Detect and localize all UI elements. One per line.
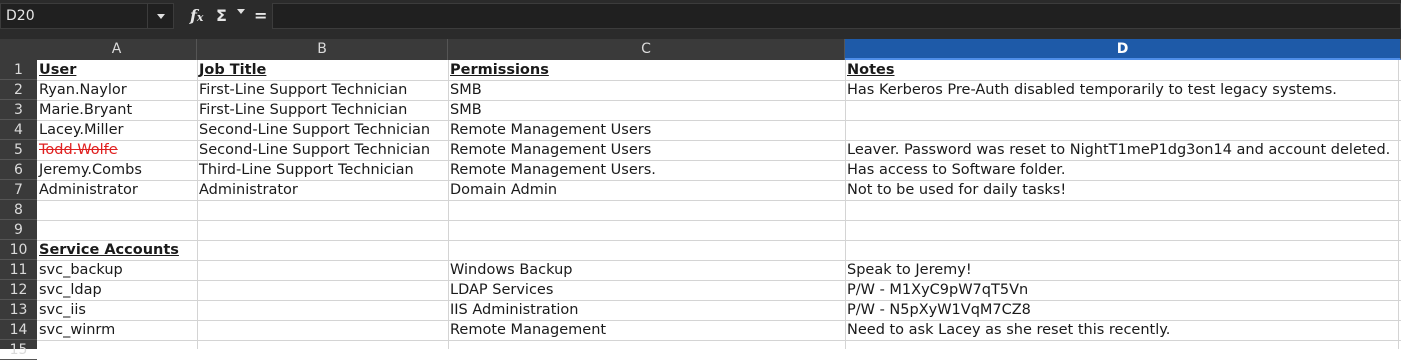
cell-c12[interactable]: LDAP Services: [448, 280, 553, 300]
cell-b4[interactable]: Second-Line Support Technician: [197, 120, 430, 140]
row-header-7[interactable]: 7: [0, 180, 37, 200]
cell-a4[interactable]: Lacey.Miller: [37, 120, 123, 140]
cell-b5[interactable]: Second-Line Support Technician: [197, 140, 430, 160]
row-header-6[interactable]: 6: [0, 160, 37, 180]
column-header-b[interactable]: B: [197, 39, 448, 60]
row-header-14[interactable]: 14: [0, 320, 37, 340]
gridline-vertical: [1398, 60, 1399, 349]
row-header-13[interactable]: 13: [0, 300, 37, 320]
gridline-horizontal: [37, 260, 1401, 261]
cell-a14[interactable]: svc_winrm: [37, 320, 115, 340]
cell-a12[interactable]: svc_ldap: [37, 280, 102, 300]
cell-d12[interactable]: P/W - M1XyC9pW7qT5Vn: [845, 280, 1028, 300]
gridline-horizontal: [37, 340, 1401, 341]
cell-b7[interactable]: Administrator: [197, 180, 298, 200]
row-header-9[interactable]: 9: [0, 220, 37, 240]
cell-d6[interactable]: Has access to Software folder.: [845, 160, 1065, 180]
row-header-10[interactable]: 10: [0, 240, 37, 260]
sum-icon[interactable]: Σ: [216, 6, 227, 25]
cell-c3[interactable]: SMB: [448, 100, 482, 120]
gridline-horizontal: [37, 320, 1401, 321]
column-header-a[interactable]: A: [37, 39, 197, 60]
cell-c13[interactable]: IIS Administration: [448, 300, 578, 320]
cell-a10[interactable]: Service Accounts: [37, 240, 179, 260]
cell-a5[interactable]: Todd.Wolfe: [37, 140, 118, 160]
gridline-horizontal: [37, 240, 1401, 241]
cell-a13[interactable]: svc_iis: [37, 300, 86, 320]
formula-bar: D20 fx Σ =: [0, 0, 1401, 32]
name-box-value[interactable]: D20: [6, 8, 35, 24]
function-wizard-icon[interactable]: fx: [190, 6, 203, 25]
cell-c6[interactable]: Remote Management Users.: [448, 160, 656, 180]
row-header-4[interactable]: 4: [0, 120, 37, 140]
cell-b3[interactable]: First-Line Support Technician: [197, 100, 407, 120]
row-header-15[interactable]: 15: [0, 340, 37, 360]
cell-c14[interactable]: Remote Management: [448, 320, 606, 340]
cell-d5[interactable]: Leaver. Password was reset to NightT1meP…: [845, 140, 1390, 160]
cell-b1[interactable]: Job Title: [197, 60, 266, 80]
gridline-horizontal: [37, 300, 1401, 301]
cell-c4[interactable]: Remote Management Users: [448, 120, 651, 140]
cell-a2[interactable]: Ryan.Naylor: [37, 80, 127, 100]
gridline-horizontal: [37, 200, 1401, 201]
name-box[interactable]: D20: [0, 3, 174, 29]
cell-a7[interactable]: Administrator: [37, 180, 138, 200]
row-header-12[interactable]: 12: [0, 280, 37, 300]
cell-b6[interactable]: Third-Line Support Technician: [197, 160, 414, 180]
column-headers: ABCD: [0, 39, 1401, 60]
cell-d13[interactable]: P/W - N5pXyW1VqM7CZ8: [845, 300, 1031, 320]
column-header-d[interactable]: D: [845, 39, 1401, 60]
cell-d1[interactable]: Notes: [845, 60, 895, 80]
cell-a1[interactable]: User: [37, 60, 76, 80]
column-header-c[interactable]: C: [448, 39, 845, 60]
cell-a11[interactable]: svc_backup: [37, 260, 123, 280]
cell-c2[interactable]: SMB: [448, 80, 482, 100]
gridline-horizontal: [37, 280, 1401, 281]
cell-d14[interactable]: Need to ask Lacey as she reset this rece…: [845, 320, 1170, 340]
row-headers: 1 2 3 4 5 6 7 8 9 10 11 12 13 14 15: [0, 60, 37, 360]
equals-icon[interactable]: =: [254, 6, 267, 25]
cell-c11[interactable]: Windows Backup: [448, 260, 573, 280]
row-header-11[interactable]: 11: [0, 260, 37, 280]
cell-c5[interactable]: Remote Management Users: [448, 140, 651, 160]
cell-b2[interactable]: First-Line Support Technician: [197, 80, 407, 100]
cell-d7[interactable]: Not to be used for daily tasks!: [845, 180, 1066, 200]
sheet-grid[interactable]: User Job Title Permissions Notes Ryan.Naylor…: [37, 60, 1401, 349]
cell-d11[interactable]: Speak to Jeremy!: [845, 260, 972, 280]
row-header-2[interactable]: 2: [0, 80, 37, 100]
cell-c1[interactable]: Permissions: [448, 60, 549, 80]
cell-a6[interactable]: Jeremy.Combs: [37, 160, 142, 180]
row-header-3[interactable]: 3: [0, 100, 37, 120]
cell-a3[interactable]: Marie.Bryant: [37, 100, 132, 120]
toolbar-strip: [0, 32, 1401, 39]
formula-input[interactable]: [272, 3, 1401, 29]
cell-d2[interactable]: Has Kerberos Pre-Auth disabled temporari…: [845, 80, 1337, 100]
cell-c7[interactable]: Domain Admin: [448, 180, 557, 200]
gridline-horizontal: [37, 220, 1401, 221]
row-header-5[interactable]: 5: [0, 140, 37, 160]
name-box-dropdown-icon[interactable]: [147, 4, 174, 28]
row-header-1[interactable]: 1: [0, 60, 37, 80]
row-header-8[interactable]: 8: [0, 200, 37, 220]
sum-dropdown-icon[interactable]: [237, 9, 245, 14]
